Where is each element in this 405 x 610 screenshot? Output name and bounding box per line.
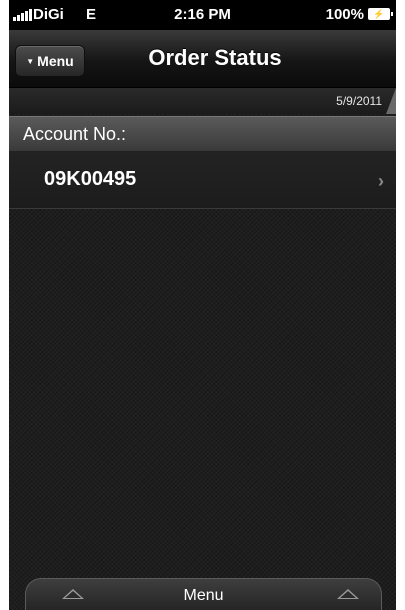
navigation-bar: ▼ Menu Order Status	[9, 30, 396, 88]
bottom-menu-label: Menu	[183, 587, 224, 604]
page-title: Order Status	[148, 45, 282, 70]
account-row[interactable]: 09K00495 ›	[9, 152, 396, 209]
battery-percentage: 100%	[325, 6, 364, 23]
bottom-menu-tab[interactable]: Menu	[25, 578, 382, 610]
battery-charging-icon: ⚡	[368, 8, 393, 20]
chevron-right-icon: ›	[378, 171, 384, 191]
corner-fold	[386, 88, 396, 114]
status-bar: DiGi E 2:16 PM 100% ⚡	[9, 0, 396, 30]
date-strip: 5/9/2011	[9, 88, 396, 114]
date-label: 5/9/2011	[336, 94, 382, 108]
app-screen: DiGi E 2:16 PM 100% ⚡ ▼ Menu Order Statu…	[9, 0, 396, 610]
account-number: 09K00495	[44, 168, 137, 190]
section-header: Account No.:	[9, 116, 396, 152]
triangle-up-icon	[337, 589, 359, 599]
menu-button-label: Menu	[37, 53, 74, 69]
account-no-label: Account No.:	[23, 124, 127, 144]
menu-button[interactable]: ▼ Menu	[15, 45, 85, 77]
triangle-down-icon: ▼	[26, 56, 35, 66]
